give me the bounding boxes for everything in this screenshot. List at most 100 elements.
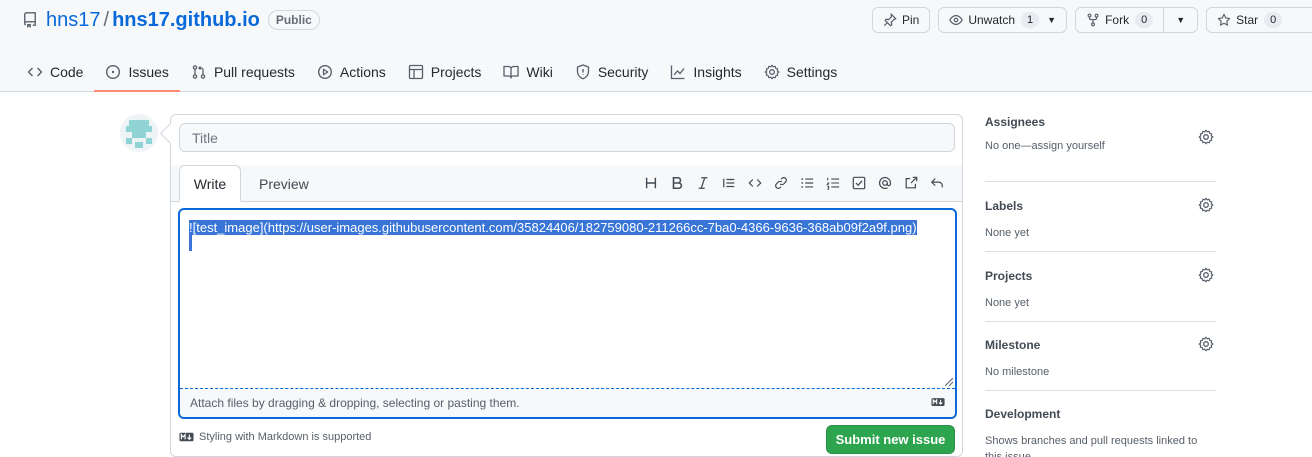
development-title: Development — [985, 407, 1061, 421]
milestone-value: No milestone — [985, 366, 1050, 378]
graph-icon — [671, 65, 685, 80]
bold-icon[interactable] — [664, 173, 690, 193]
attach-hint: Attach files by dragging & dropping, sel… — [190, 396, 520, 410]
comment-body-text: ![test_image](https://user-images.github… — [189, 220, 917, 235]
tab-settings[interactable]: Settings — [753, 52, 849, 92]
heading-icon[interactable] — [638, 173, 664, 193]
fork-icon — [1087, 13, 1099, 27]
tab-insights[interactable]: Insights — [659, 52, 752, 92]
gear-icon[interactable] — [1198, 129, 1214, 145]
markdown-icon — [931, 398, 945, 406]
assignees-title: Assignees — [985, 115, 1046, 129]
tab-security[interactable]: Security — [564, 52, 660, 92]
table-icon — [408, 64, 423, 80]
task-list-icon[interactable] — [846, 173, 872, 193]
issue-icon — [106, 64, 121, 80]
ordered-list-icon[interactable] — [820, 173, 846, 193]
sidebar-milestone: Milestone No milestone — [985, 322, 1216, 391]
fork-button[interactable]: Fork 0 — [1076, 8, 1163, 32]
star-label: Star — [1236, 13, 1259, 27]
repo-name-link[interactable]: hns17.github.io — [112, 9, 260, 32]
repo-header: hns17 / hns17.github.io Public Pin Unwat… — [0, 0, 1312, 92]
star-counter: 0 — [1264, 12, 1283, 28]
pin-label: Pin — [902, 13, 920, 27]
fork-button-group: Fork 0 ▼ — [1075, 7, 1199, 33]
gear-icon — [764, 64, 780, 80]
chevron-down-icon: ▼ — [1176, 15, 1186, 25]
tab-projects[interactable]: Projects — [397, 52, 493, 92]
unwatch-label: Unwatch — [968, 13, 1016, 27]
repo-actions: Pin Unwatch 1 ▼ Fork 0 ▼ Star 0 — [872, 7, 1312, 33]
tab-code[interactable]: Code — [16, 52, 94, 92]
comment-body-field[interactable]: ![test_image](https://user-images.github… — [178, 208, 957, 419]
avatar[interactable] — [120, 114, 158, 152]
play-icon — [317, 64, 332, 80]
tab-preview[interactable]: Preview — [259, 165, 309, 202]
fork-dropdown[interactable]: ▼ — [1163, 8, 1197, 32]
fork-label: Fork — [1105, 13, 1130, 27]
repo-separator: / — [103, 8, 110, 31]
pull-request-icon — [192, 65, 206, 79]
watch-counter: 1 — [1021, 12, 1040, 28]
attach-files-bar[interactable]: Attach files by dragging & dropping, sel… — [180, 388, 955, 417]
development-value: Shows branches and pull requests linked … — [985, 435, 1198, 457]
title-input[interactable] — [179, 123, 955, 152]
visibility-badge: Public — [267, 10, 320, 30]
submit-new-issue-button[interactable]: Submit new issue — [826, 425, 955, 454]
labels-title: Labels — [985, 199, 1024, 213]
markdown-support-note[interactable]: Styling with Markdown is supported — [179, 431, 371, 443]
code-icon[interactable] — [742, 173, 768, 193]
repo-icon — [22, 12, 38, 28]
selection-caret — [189, 235, 192, 251]
unwatch-button[interactable]: Unwatch 1 ▼ — [938, 7, 1068, 33]
markdown-note-label: Styling with Markdown is supported — [199, 431, 372, 443]
markdown-toolbar — [638, 173, 950, 193]
mention-icon[interactable] — [872, 173, 898, 193]
repo-owner-link[interactable]: hns17 — [46, 9, 101, 32]
pin-button[interactable]: Pin — [872, 7, 931, 33]
tab-security-label: Security — [597, 64, 649, 80]
gear-icon[interactable] — [1198, 197, 1214, 213]
fork-counter: 0 — [1135, 12, 1154, 28]
shield-icon — [576, 64, 589, 80]
labels-value: None yet — [985, 227, 1030, 239]
tab-pull-requests-label: Pull requests — [213, 64, 295, 80]
star-button[interactable]: Star 0 — [1206, 7, 1312, 33]
repo-nav: Code Issues Pull requests Actions Projec… — [16, 52, 848, 92]
sidebar-projects: Projects None yet — [985, 252, 1216, 322]
assignees-value[interactable]: No one—assign yourself — [985, 138, 1216, 154]
tab-wiki[interactable]: Wiki — [492, 52, 563, 92]
gear-icon[interactable] — [1198, 267, 1214, 283]
sidebar-assignees: Assignees No one—assign yourself — [985, 115, 1216, 182]
tab-issues[interactable]: Issues — [94, 52, 181, 92]
star-icon — [1217, 13, 1231, 26]
pin-icon — [883, 13, 897, 27]
unordered-list-icon[interactable] — [794, 173, 820, 193]
book-icon — [503, 65, 520, 79]
tab-code-label: Code — [50, 64, 84, 80]
italic-icon[interactable] — [690, 173, 716, 193]
projects-title: Projects — [985, 269, 1033, 283]
link-icon[interactable] — [768, 173, 794, 193]
resize-grip-icon[interactable] — [945, 378, 953, 386]
tab-actions[interactable]: Actions — [306, 52, 397, 92]
tab-actions-label: Actions — [339, 64, 386, 80]
tab-issues-label: Issues — [128, 64, 169, 80]
sidebar-development: Development Shows branches and pull requ… — [985, 391, 1216, 457]
code-icon — [27, 67, 43, 77]
chevron-down-icon: ▼ — [1047, 15, 1057, 25]
reply-icon[interactable] — [924, 173, 950, 193]
repo-title: hns17 / hns17.github.io Public — [22, 8, 320, 32]
markdown-icon — [179, 432, 194, 442]
comment-body-textarea[interactable]: ![test_image](https://user-images.github… — [180, 210, 955, 390]
issue-sidebar: Assignees No one—assign yourself Labels … — [985, 115, 1216, 457]
quote-icon[interactable] — [716, 173, 742, 193]
issue-composer: Write Preview ![test_image](https://user… — [170, 114, 963, 457]
eye-icon — [949, 15, 964, 25]
gear-icon[interactable] — [1198, 336, 1214, 352]
tab-write[interactable]: Write — [179, 165, 241, 202]
sidebar-labels: Labels None yet — [985, 182, 1216, 252]
cross-reference-icon[interactable] — [898, 173, 924, 193]
milestone-title: Milestone — [985, 338, 1041, 352]
tab-pull-requests[interactable]: Pull requests — [180, 52, 306, 92]
